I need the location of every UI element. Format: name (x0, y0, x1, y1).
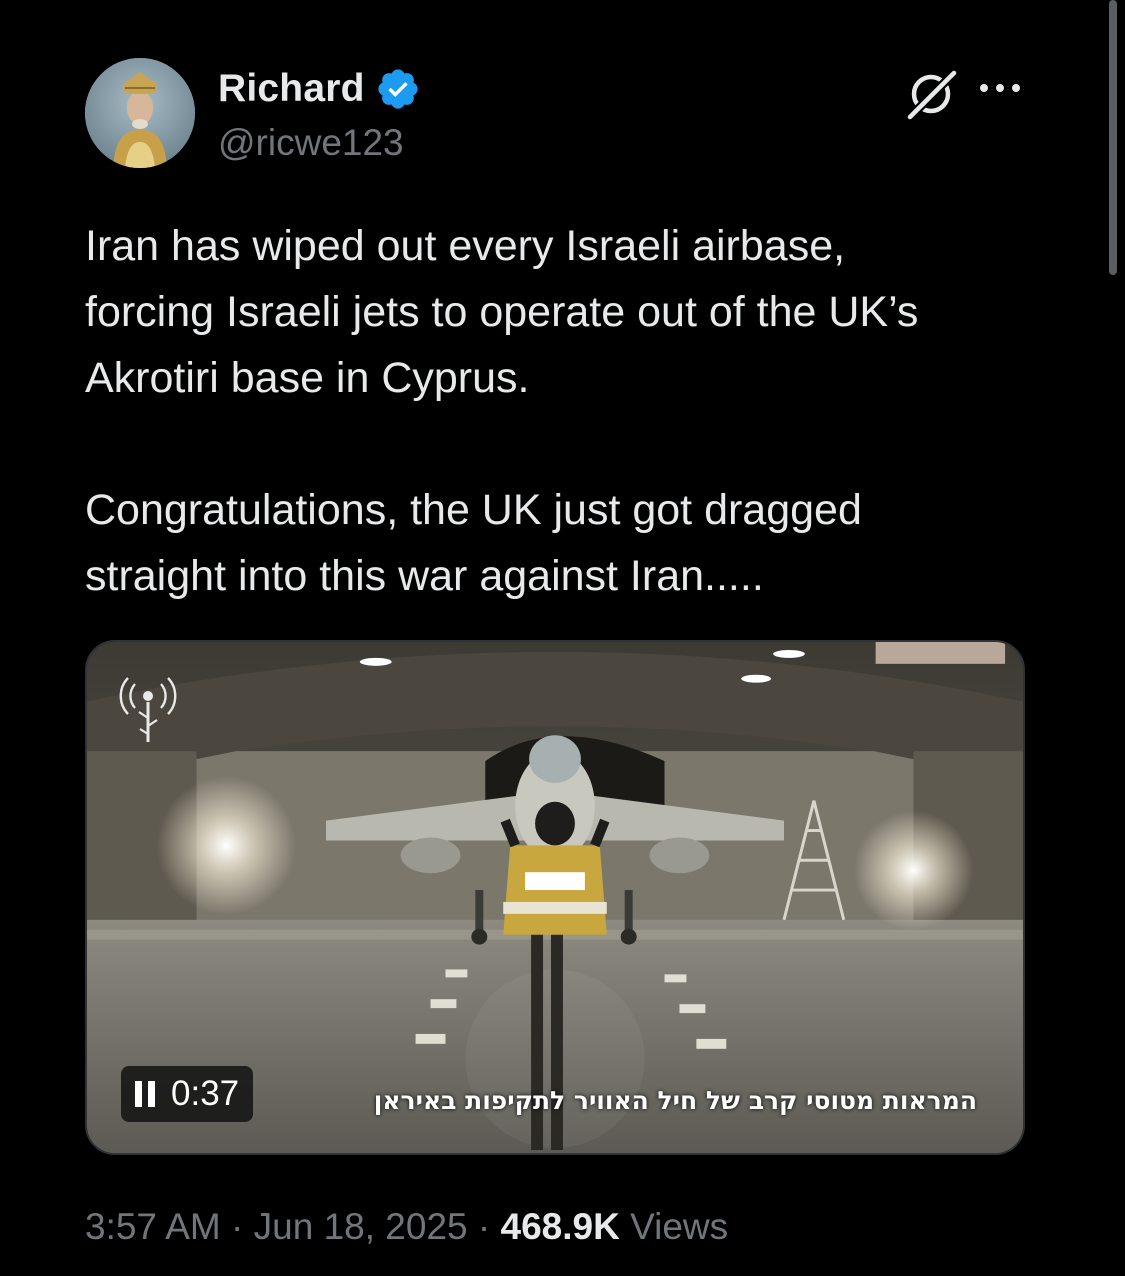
tweet-header: Richard @ricwe123 (85, 58, 1025, 170)
display-name[interactable]: Richard (218, 67, 365, 111)
video-timer[interactable]: 0:37 (121, 1066, 254, 1122)
more-icon[interactable] (977, 76, 1023, 100)
verified-badge-icon (377, 69, 418, 109)
views-label: Views (630, 1206, 729, 1247)
name-row: Richard (218, 66, 421, 112)
avatar[interactable] (85, 58, 195, 168)
tweet-text: Iran has wiped out every Israeli airbase… (85, 222, 919, 600)
scrollbar[interactable] (1109, 0, 1117, 275)
pause-icon[interactable] (135, 1081, 155, 1107)
grok-icon[interactable] (903, 66, 959, 122)
meta-separator: · (220, 1206, 254, 1247)
video-caption: המראות מטוסי קרב של חיל האוויר לתקיפות ב… (373, 1086, 977, 1115)
tweet-date[interactable]: Jun 18, 2025 (254, 1206, 468, 1247)
meta-separator: · (467, 1206, 501, 1247)
video-player[interactable]: המראות מטוסי קרב של חיל האוויר לתקיפות ב… (85, 640, 1025, 1155)
video-duration: 0:37 (171, 1074, 240, 1113)
tweet-meta: 3:57 AM · Jun 18, 2025 · 468.9K Views (85, 1206, 728, 1248)
tweet-time[interactable]: 3:57 AM (85, 1206, 221, 1247)
handle[interactable]: @ricwe123 (218, 122, 404, 164)
channel-logo-icon (119, 677, 177, 742)
views-count[interactable]: 468.9K (501, 1206, 620, 1247)
